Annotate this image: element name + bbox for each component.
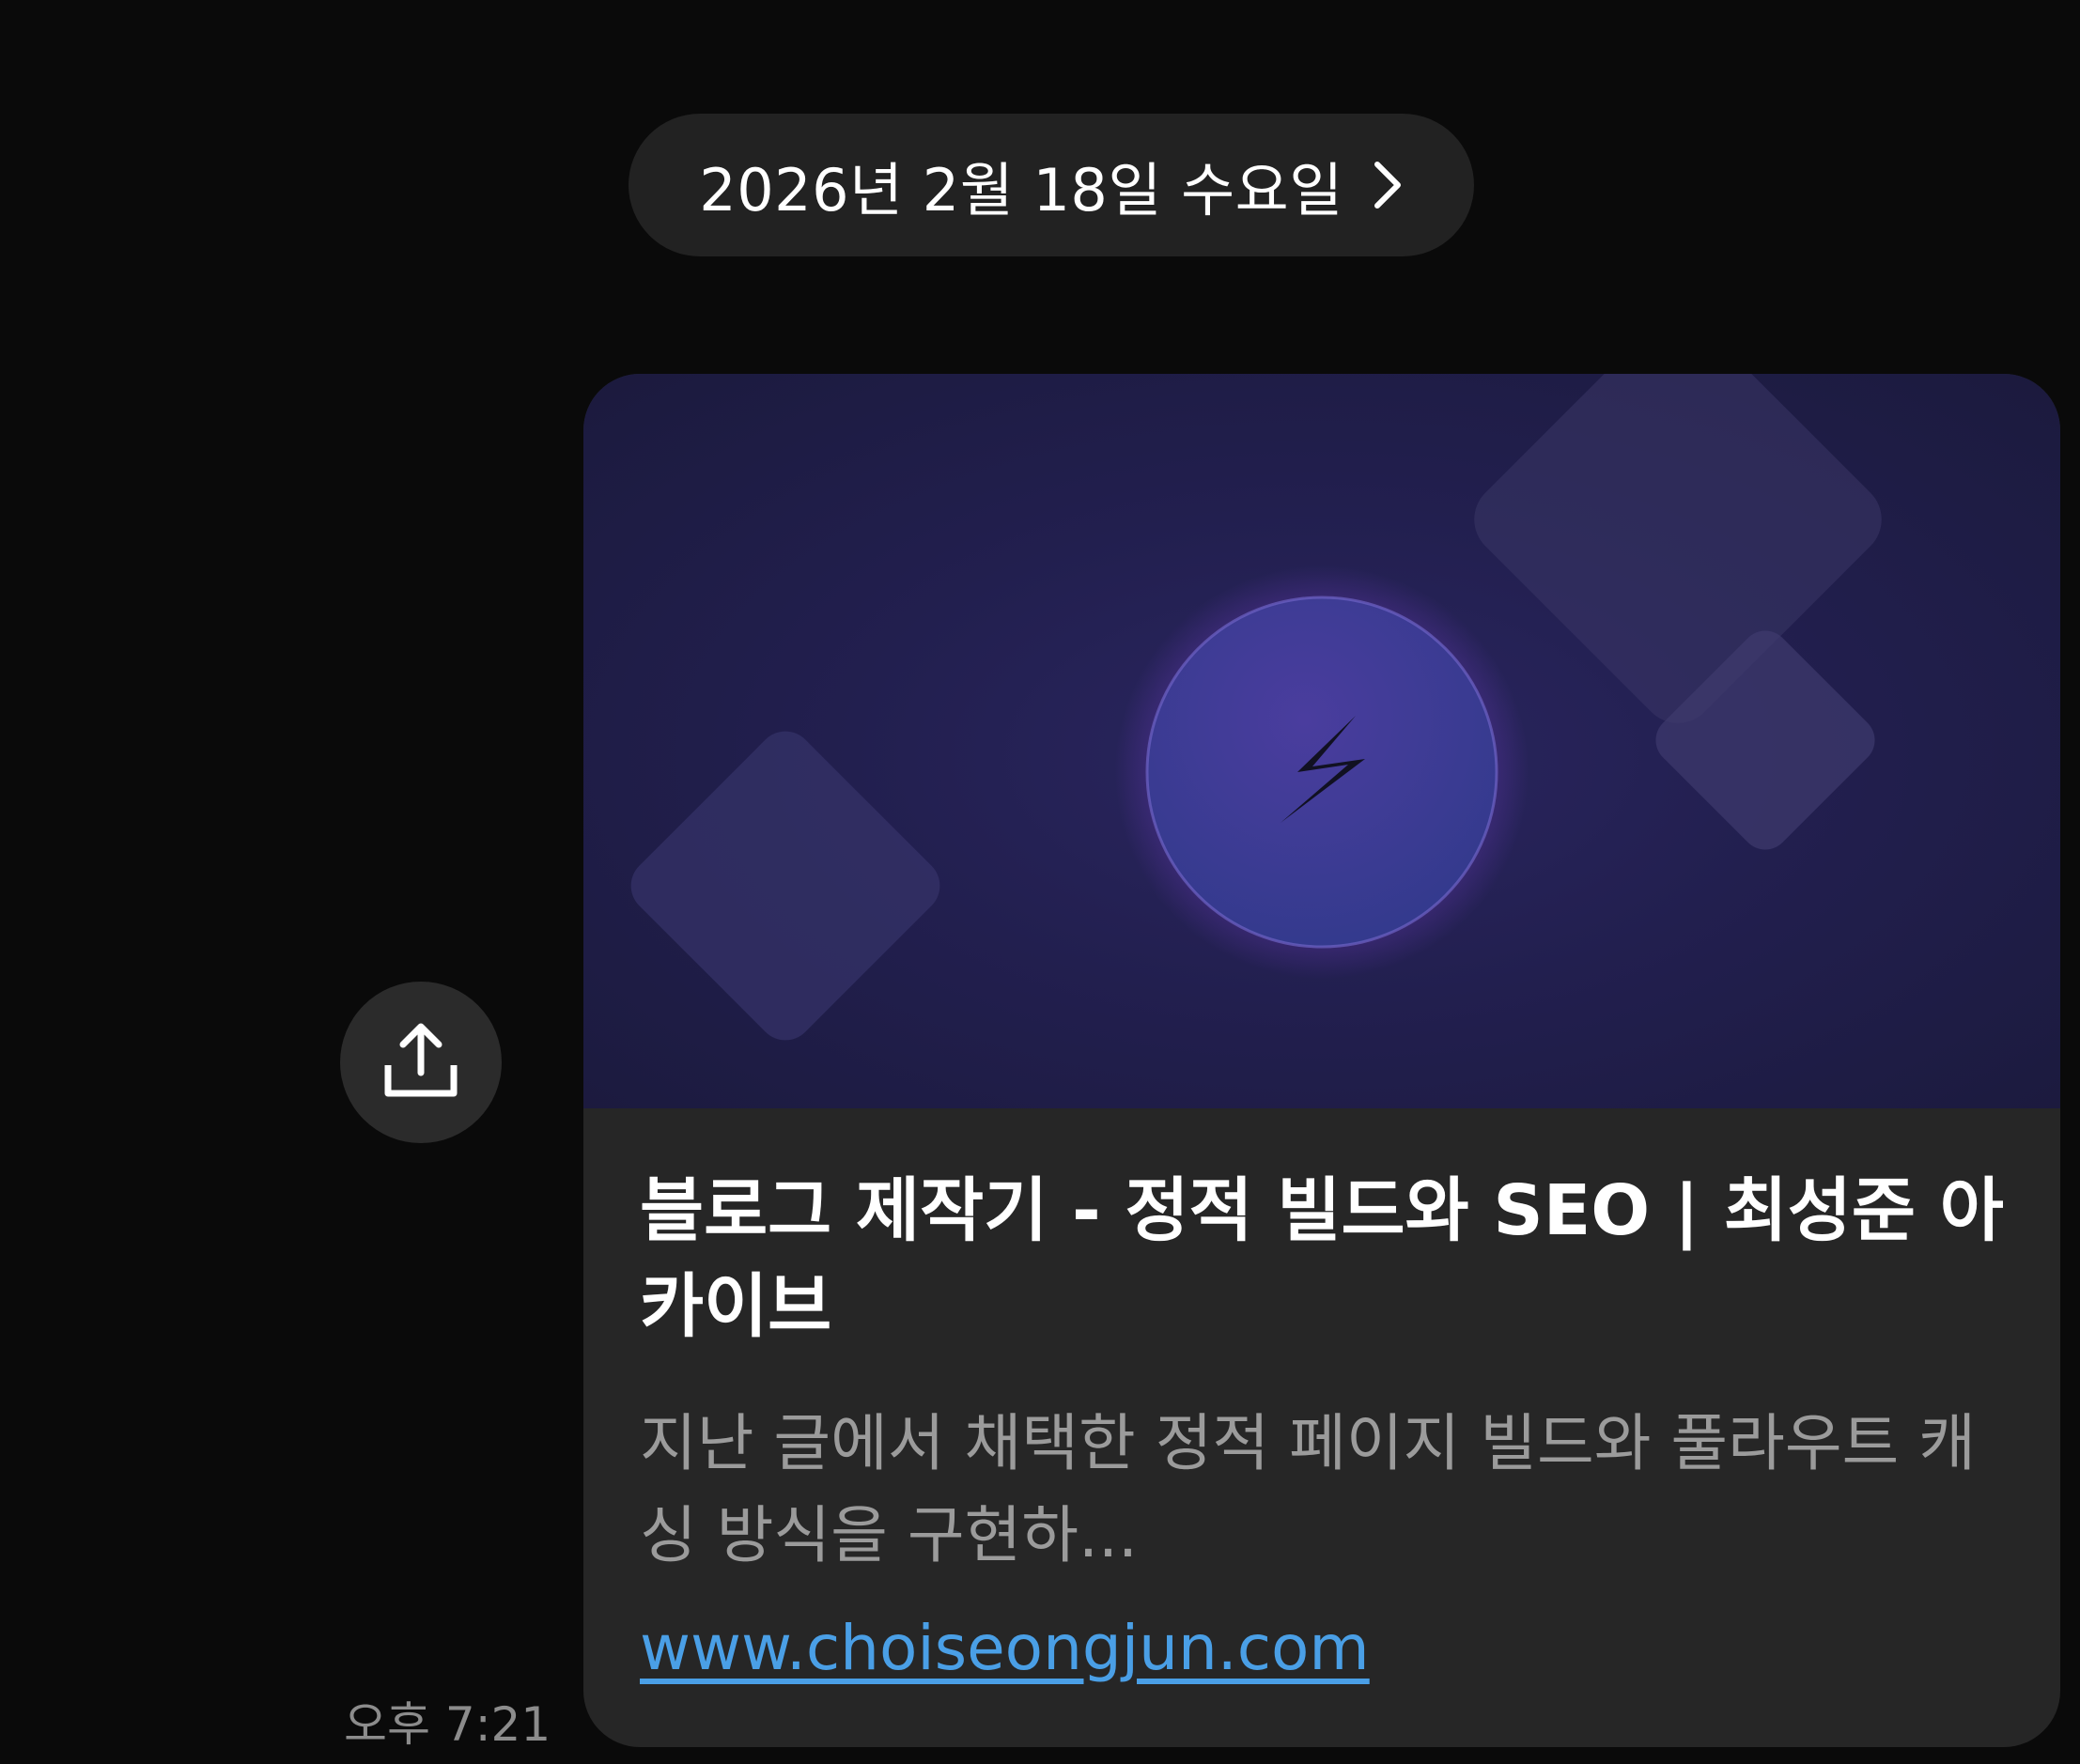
diamond-shape-top-right	[1474, 374, 1882, 723]
link-preview-url[interactable]: www.choiseongjun.com	[640, 1612, 1370, 1684]
diamond-shape-bottom-left	[630, 731, 940, 1041]
link-preview-card[interactable]: 블로그 제작기 - 정적 빌드와 SEO | 최성준 아카이브 지난 글에서 채…	[583, 374, 2060, 1747]
chevron-right-icon	[1372, 161, 1404, 209]
message-timestamp: 오후 7:21	[344, 1697, 551, 1752]
link-preview-description: 지난 글에서 채택한 정적 페이지 빌드와 풀라우트 캐싱 방식을 구현하...	[640, 1407, 1976, 1571]
share-button[interactable]	[340, 982, 502, 1143]
date-header-pill[interactable]: 2026년 2월 18일 수요일	[629, 114, 1474, 256]
link-preview-title: 블로그 제작기 - 정적 빌드와 SEO | 최성준 아카이브	[640, 1170, 2004, 1347]
link-preview-image	[583, 374, 2060, 1108]
share-upload-icon	[380, 1020, 461, 1105]
date-header-label: 2026년 2월 18일 수요일	[699, 156, 1343, 224]
